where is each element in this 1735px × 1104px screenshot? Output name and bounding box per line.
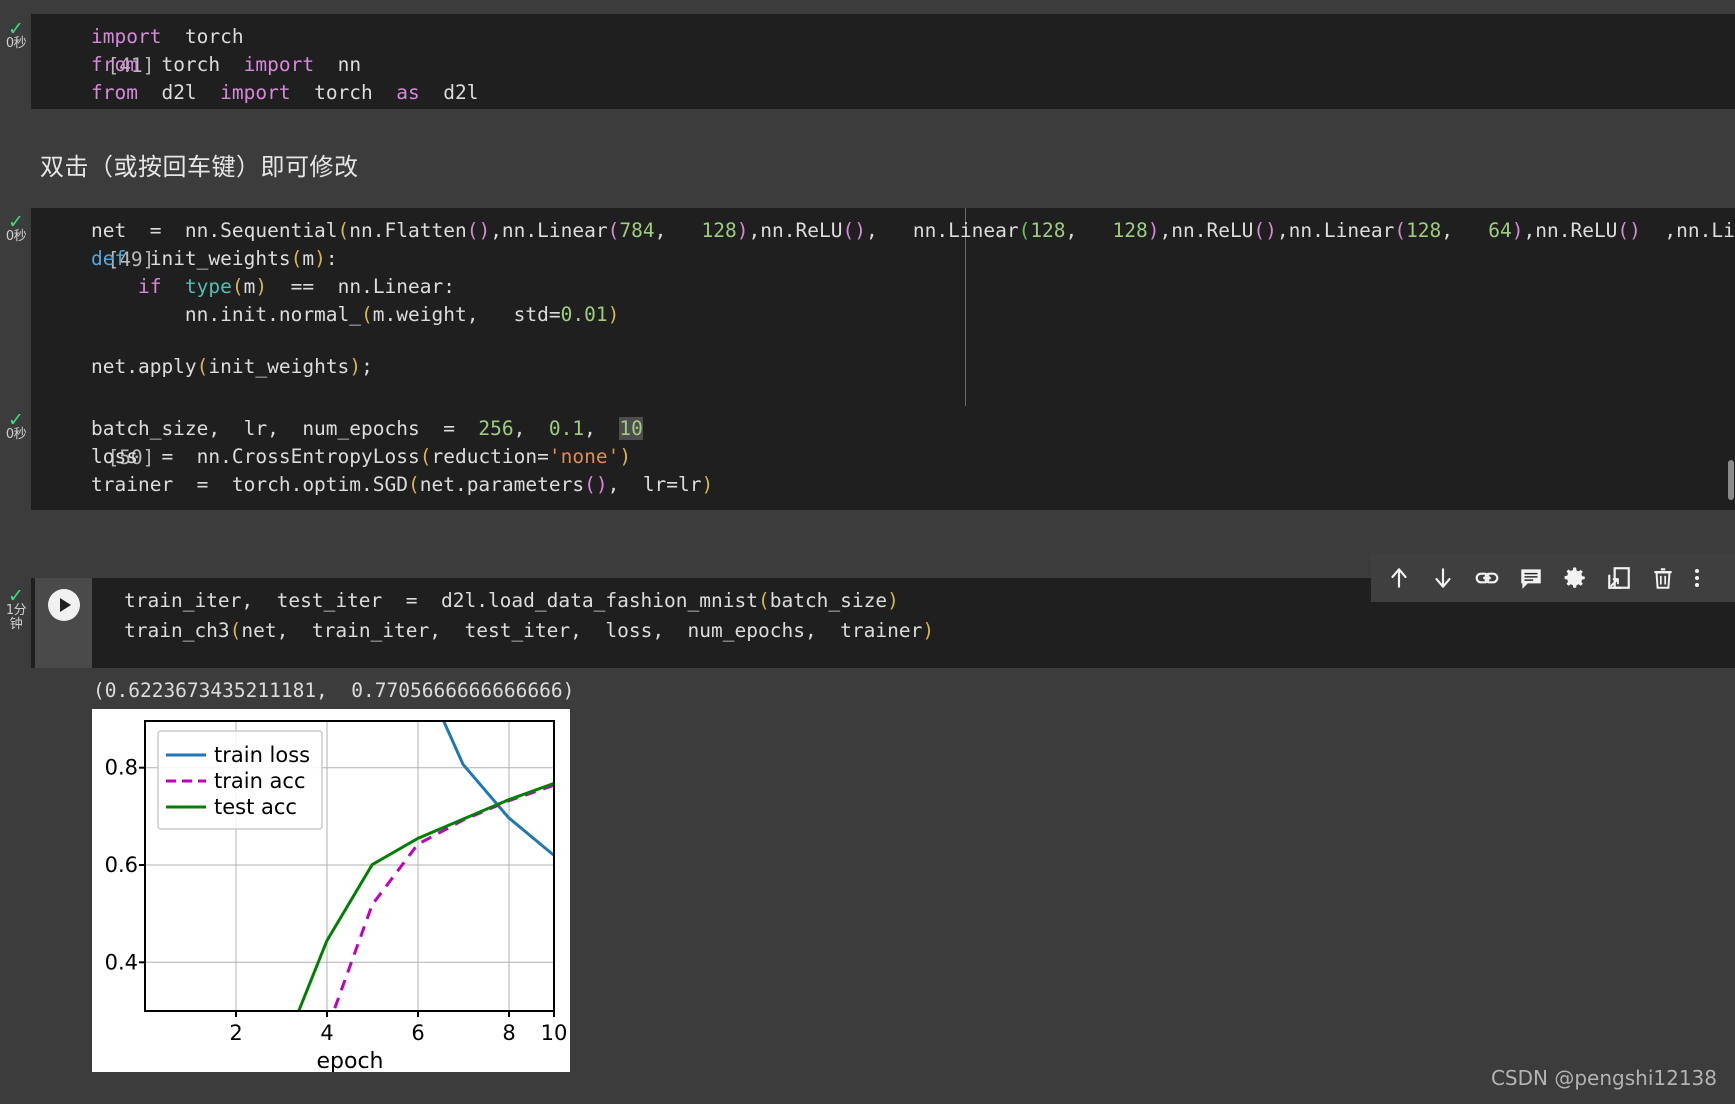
cell-settings-button[interactable] — [1553, 556, 1597, 600]
delete-cell-icon — [1654, 568, 1672, 589]
legend-label-train-acc: train acc — [214, 769, 306, 793]
cell-toolbar[interactable] — [1371, 554, 1735, 602]
code-line: net = nn.Sequential(nn.Flatten(),nn.Line… — [91, 219, 1735, 242]
code-line: def init_weights(m): — [91, 247, 338, 270]
x-tick-label: 2 — [229, 1021, 242, 1045]
link-to-cell-icon — [1475, 572, 1499, 584]
code-line: from d2l import torch as d2l — [91, 81, 479, 104]
move-cell-down-button[interactable] — [1421, 556, 1465, 600]
cell-status-gutter-50: ✓ 0秒 — [0, 409, 32, 442]
training-curve-svg: 0.8 0.6 0.4 2 4 6 8 10 epoch train loss — [105, 720, 568, 1074]
training-curve-figure: 0.8 0.6 0.4 2 4 6 8 10 epoch train loss — [92, 709, 570, 1074]
code-cell-49[interactable]: [49] net = nn.Sequential(nn.Flatten(),nn… — [31, 208, 1735, 428]
cell-elapsed-time: 1分钟 — [5, 603, 27, 632]
link-to-cell-button[interactable] — [1465, 556, 1509, 600]
selected-token: 10 — [619, 417, 643, 440]
code-line: if type(m) == nn.Linear: — [137, 275, 455, 298]
run-cell-column[interactable] — [35, 578, 92, 668]
play-icon — [59, 598, 71, 612]
legend-label-train-loss: train loss — [214, 743, 310, 767]
code-line: from torch import nn — [91, 53, 362, 76]
delete-cell-button[interactable] — [1641, 556, 1685, 600]
cell-success-check-icon: ✓ — [8, 18, 24, 40]
cell-status-gutter-41: ✓ 0秒 — [0, 18, 32, 51]
cell-settings-icon — [1564, 567, 1585, 588]
open-in-tab-button[interactable] — [1597, 556, 1641, 600]
chart-legend: train loss train acc test acc — [157, 730, 323, 830]
cell-status-gutter-49: ✓ 0秒 — [0, 211, 32, 244]
cell-success-check-icon: ✓ — [8, 585, 24, 607]
code-line: train_ch3(net, train_iter, test_iter, lo… — [124, 619, 935, 642]
y-tick-label: 0.6 — [105, 853, 138, 877]
code-line: loss = nn.CrossEntropyLoss(reduction='no… — [91, 445, 632, 468]
markdown-cell-hint[interactable]: 双击（或按回车键）即可修改 — [40, 147, 359, 182]
code-line: train_iter, test_iter = d2l.load_data_fa… — [124, 589, 899, 612]
code-line: import torch — [91, 25, 244, 48]
x-axis-title: epoch — [317, 1049, 384, 1072]
code-cell-50[interactable]: [50] batch_size, lr, num_epochs = 256, 0… — [31, 406, 1735, 510]
x-tick-label: 6 — [411, 1021, 424, 1045]
code-line: trainer = torch.optim.SGD(net.parameters… — [91, 473, 714, 496]
y-tick-label: 0.8 — [105, 756, 138, 780]
cell-elapsed-time: 0秒 — [5, 229, 27, 244]
more-options-button[interactable] — [1685, 556, 1709, 600]
cell-success-check-icon: ✓ — [8, 409, 24, 431]
cell-output-result: (0.6223673435211181, 0.7705666666666666) — [93, 679, 575, 702]
code-line: net.apply(init_weights); — [91, 355, 373, 378]
move-cell-up-button[interactable] — [1377, 556, 1421, 600]
run-cell-button[interactable] — [47, 589, 80, 621]
cell-elapsed-time: 0秒 — [5, 36, 27, 51]
open-in-tab-icon — [1608, 567, 1630, 589]
add-comment-icon — [1521, 569, 1541, 589]
code-cell-41[interactable]: [41] import torch from torch import nn f… — [31, 14, 1735, 109]
code-line: nn.init.normal_(m.weight, std=0.01) — [91, 303, 620, 326]
cell-status-gutter-last: ✓ 1分钟 — [0, 585, 32, 632]
code-line: batch_size, lr, num_epochs = 256, 0.1, 1… — [91, 417, 643, 440]
vertical-scrollbar-thumb[interactable] — [1728, 460, 1734, 500]
x-tick-label: 8 — [502, 1021, 515, 1045]
notebook-page: ✓ 0秒 [41] import torch from torch import… — [0, 0, 1735, 1104]
more-options-icon — [1695, 569, 1699, 587]
x-tick-label: 4 — [320, 1021, 333, 1045]
move-cell-down-icon — [1435, 568, 1451, 588]
cell-elapsed-time: 0秒 — [5, 427, 27, 442]
cell-success-check-icon: ✓ — [8, 211, 24, 233]
watermark: CSDN @pengshi12138 — [1490, 1066, 1717, 1090]
x-tick-label: 10 — [541, 1021, 568, 1045]
legend-label-test-acc: test acc — [214, 795, 297, 819]
add-comment-button[interactable] — [1509, 556, 1553, 600]
y-tick-label: 0.4 — [105, 951, 138, 975]
move-cell-up-icon — [1391, 568, 1407, 588]
